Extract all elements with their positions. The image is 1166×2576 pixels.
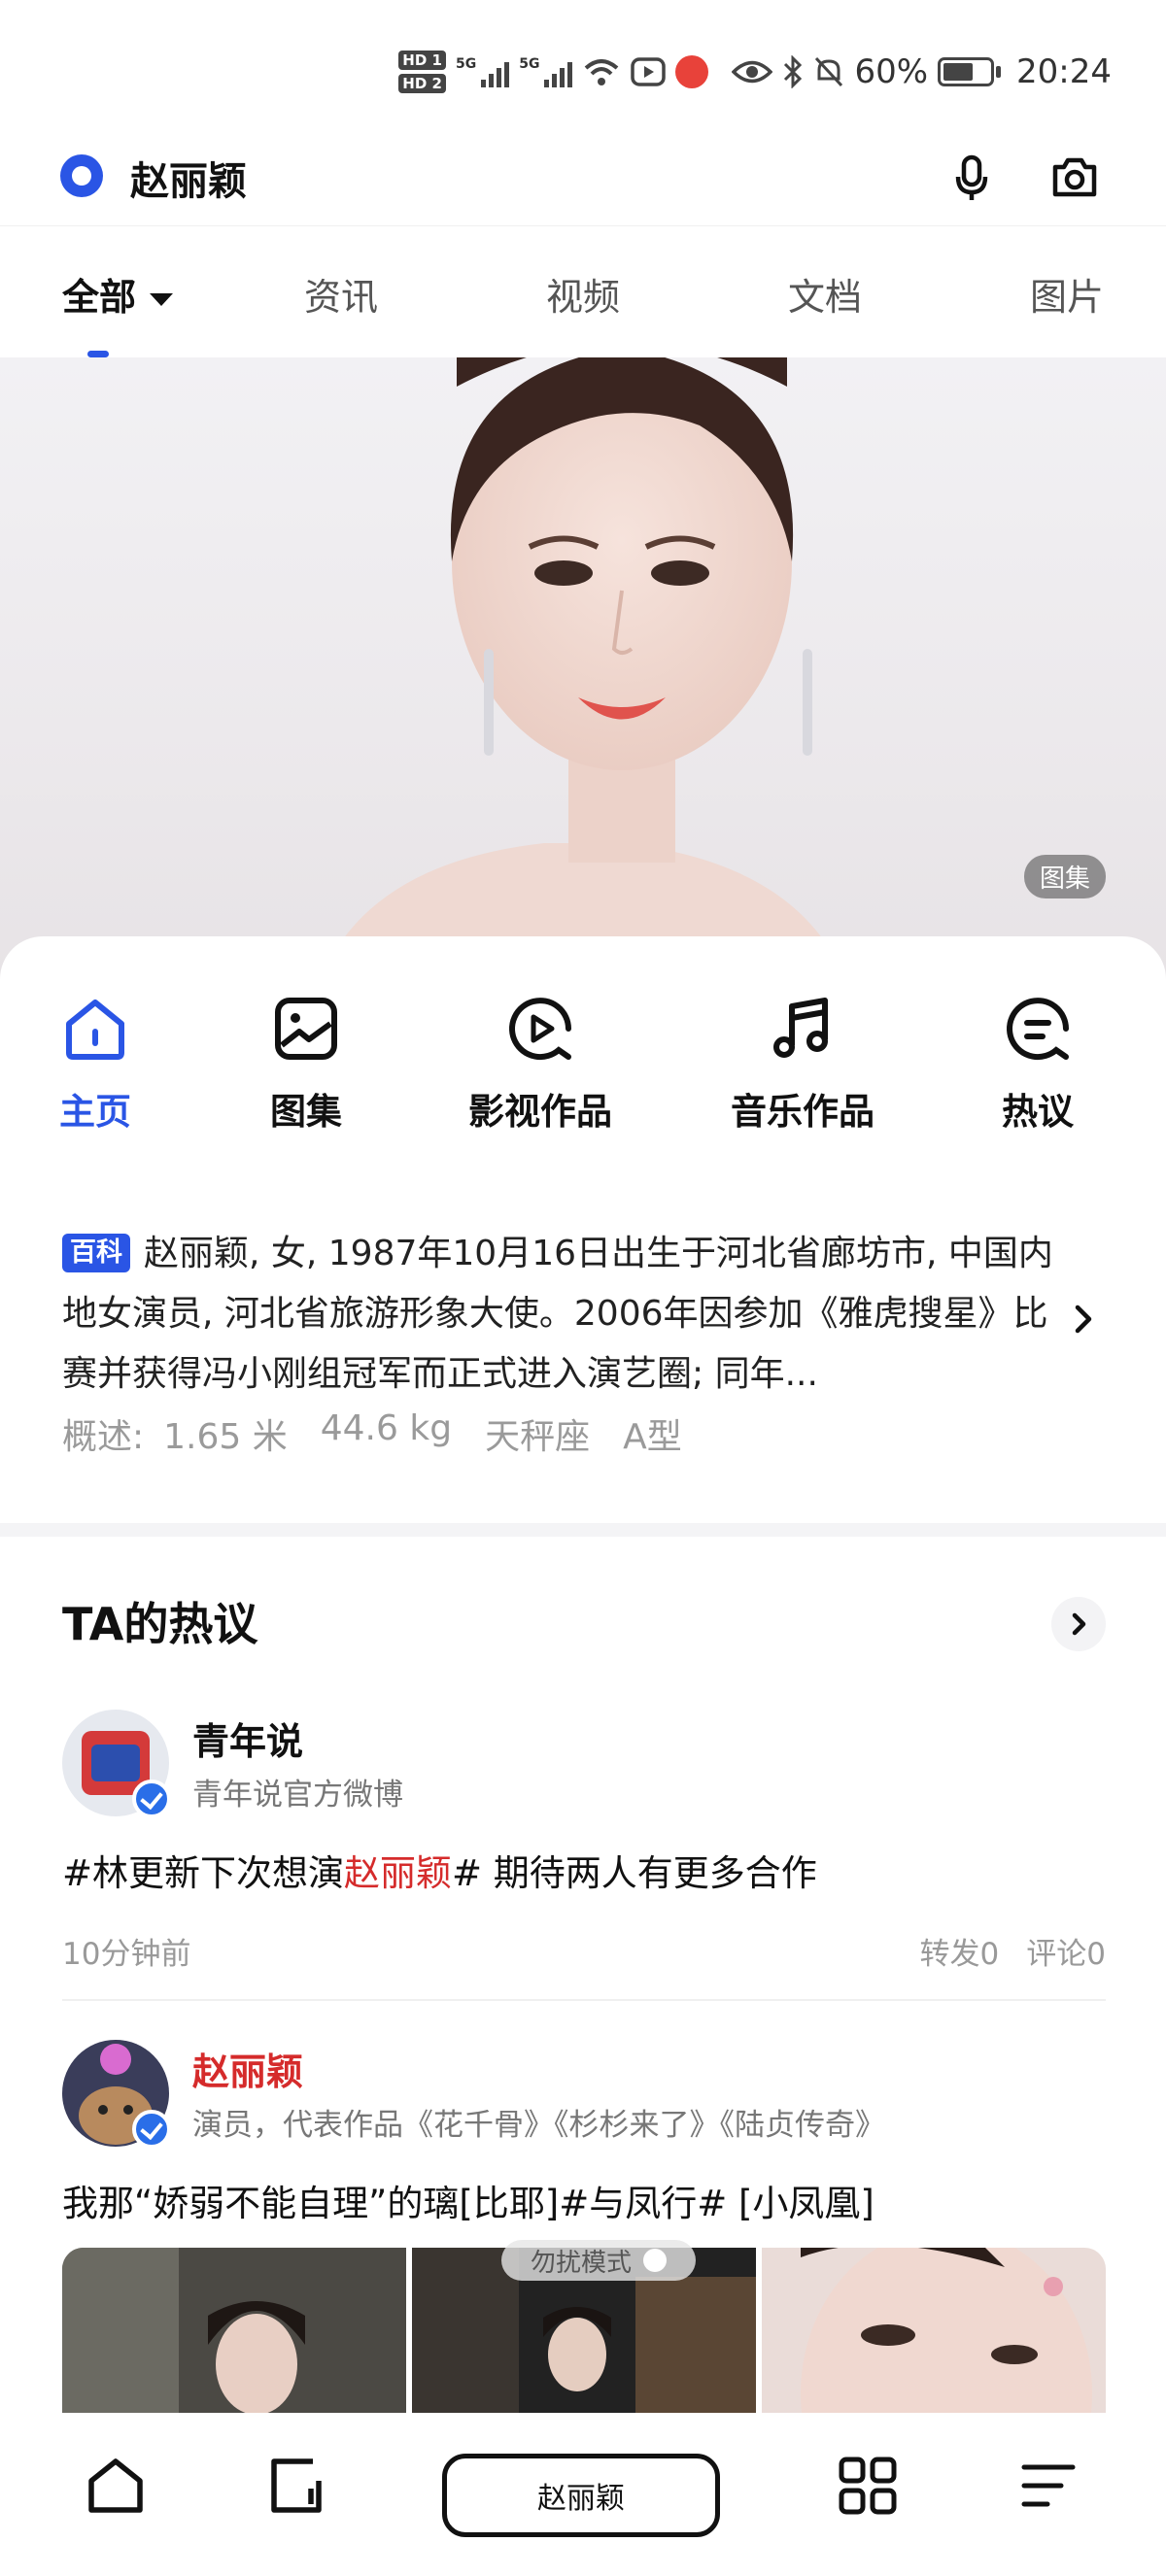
meta-label-text: 概述: <box>62 1417 145 1457</box>
home-icon[interactable] <box>84 2454 148 2518</box>
post-text-highlight: 赵丽颖 <box>344 1852 453 1894</box>
section-divider <box>0 1523 1166 1537</box>
mute-icon <box>815 56 843 87</box>
microphone-icon[interactable] <box>944 150 999 204</box>
nav-music[interactable]: 音乐作品 <box>727 993 878 1135</box>
signal-icon: 5G <box>455 56 510 87</box>
baike-tag: 百科 <box>62 1234 130 1272</box>
nav-discussion[interactable]: 热议 <box>999 993 1077 1135</box>
search-tabs: 全部 资讯 视频 文档 图片 <box>0 225 1166 357</box>
eye-icon <box>732 60 773 84</box>
hd2-label: HD 2 <box>398 74 446 93</box>
post-author-desc: 青年说官方微博 <box>192 1778 403 1813</box>
tab-all[interactable]: 全部 <box>62 267 174 321</box>
nav-home[interactable]: 主页 <box>56 993 134 1135</box>
music-icon <box>773 998 828 1058</box>
status-icons: HD 1 HD 2 5G 5G 60% 20:24 <box>398 51 1112 93</box>
post-image[interactable] <box>62 2248 406 2413</box>
post-image[interactable] <box>762 2248 1106 2413</box>
do-not-disturb-toast[interactable]: 勿扰模式 <box>501 2240 696 2281</box>
post-text-part: #林更新下次想演 <box>62 1852 345 1894</box>
tab-news[interactable]: 资讯 <box>304 267 378 321</box>
post-item[interactable]: 青年说 青年说官方微博 #林更新下次想演赵丽颖# 期待两人有更多合作 10分钟前… <box>62 1710 1106 1991</box>
height-value: 1.65 米 <box>163 1417 288 1457</box>
tab-images[interactable]: 图片 <box>1030 267 1104 321</box>
verified-icon <box>132 2110 171 2149</box>
toggle-knob-icon <box>643 2249 667 2272</box>
search-app-icon <box>675 55 709 88</box>
chevron-right-icon[interactable] <box>1069 1300 1098 1339</box>
wifi-icon <box>585 59 619 85</box>
profile-meta: 概述: 1.65 米 44.6 kg 天秤座 A型 <box>62 1408 682 1459</box>
nav-label: 音乐作品 <box>731 1091 874 1133</box>
tab-label: 全部 <box>62 276 137 319</box>
camera-icon[interactable] <box>1047 150 1102 204</box>
hd1-label: HD 1 <box>398 51 446 70</box>
chat-icon <box>1007 998 1069 1061</box>
portrait-image <box>321 357 845 979</box>
post-stats: 转发0 评论0 <box>920 1929 1106 1973</box>
post-text-part: # 期待两人有更多合作 <box>452 1852 817 1894</box>
post-author-desc: 演员，代表作品《花千骨》《杉杉来了》《陆贞传奇》 <box>192 2108 885 2143</box>
toast-label: 勿扰模式 <box>530 2248 632 2278</box>
clock: 20:24 <box>1016 52 1112 91</box>
active-tab-indicator <box>87 351 109 357</box>
hd-indicator: HD 1 HD 2 <box>398 51 446 93</box>
verified-icon <box>132 1779 171 1818</box>
battery-icon <box>938 57 1002 86</box>
hero-image[interactable]: 图集 <box>0 357 1166 979</box>
search-query[interactable]: 赵丽颖 <box>130 150 247 206</box>
post-photo <box>62 2248 406 2413</box>
tab-video[interactable]: 视频 <box>546 267 620 321</box>
post-text[interactable]: #林更新下次想演赵丽颖# 期待两人有更多合作 <box>62 1844 817 1896</box>
app-logo-icon <box>60 154 103 197</box>
post-photo <box>762 2248 1106 2413</box>
video-icon <box>631 57 667 86</box>
caret-down-icon <box>150 293 174 306</box>
network-type-label: 5G <box>519 56 540 72</box>
tabs-icon[interactable] <box>264 2454 328 2518</box>
nav-label: 影视作品 <box>468 1091 612 1133</box>
zodiac-value: 天秤座 <box>485 1417 591 1457</box>
nav-label: 图集 <box>270 1091 342 1133</box>
chevron-right-icon <box>1072 1612 1086 1636</box>
post-divider <box>62 1999 1106 2001</box>
gallery-icon <box>275 998 337 1060</box>
nav-gallery[interactable]: 图集 <box>262 993 350 1135</box>
post-time: 10分钟前 <box>62 1937 191 1972</box>
repost-count[interactable]: 转发0 <box>920 1929 1000 1973</box>
menu-icon[interactable] <box>1016 2454 1080 2518</box>
status-bar: HD 1 HD 2 5G 5G 60% 20:24 <box>0 0 1166 146</box>
bottom-search-box[interactable]: 赵丽颖 <box>442 2454 720 2537</box>
play-icon <box>509 998 571 1061</box>
hot-section-title: TA的热议 <box>62 1598 258 1650</box>
bluetooth-icon <box>784 55 803 88</box>
baike-intro[interactable]: 百科 赵丽颖, 女, 1987年10月16日出生于河北省廊坊市, 中国内地女演员,… <box>62 1224 1053 1405</box>
search-header: 赵丽颖 <box>0 136 1166 223</box>
intro-text: 赵丽颖, 女, 1987年10月16日出生于河北省廊坊市, 中国内地女演员, 河… <box>62 1234 1053 1394</box>
post-text[interactable]: 我那“娇弱不能自理”的璃[比耶]#与凤行# [小凤凰] <box>62 2174 874 2226</box>
post-author[interactable]: 青年说 <box>192 1712 303 1765</box>
signal-icon: 5G <box>519 56 573 87</box>
battery-percent: 60% <box>854 52 929 91</box>
nav-films[interactable]: 影视作品 <box>464 993 616 1135</box>
weight-value: 44.6 kg <box>320 1408 453 1448</box>
post-author[interactable]: 赵丽颖 <box>192 2042 303 2095</box>
meta-label: 概述: 1.65 米 <box>62 1408 288 1459</box>
network-type-label: 5G <box>455 56 477 72</box>
post-item[interactable]: 赵丽颖 演员，代表作品《花千骨》《杉杉来了》《陆贞传奇》 我那“娇弱不能自理”的… <box>62 2040 1106 2234</box>
tab-docs[interactable]: 文档 <box>788 267 862 321</box>
nav-label: 主页 <box>59 1091 131 1133</box>
blood-type-value: A型 <box>623 1417 682 1457</box>
apps-grid-icon[interactable] <box>836 2454 900 2518</box>
bottom-toolbar: 赵丽颖 <box>0 2413 1166 2576</box>
nav-label: 热议 <box>1002 1091 1074 1133</box>
gallery-badge[interactable]: 图集 <box>1023 855 1106 898</box>
home-icon <box>66 1000 124 1060</box>
comment-count[interactable]: 评论0 <box>1026 1929 1106 1973</box>
entity-card: 主页 图集 影视作品 音乐作品 热议 百科 赵丽颖, 女, 1987年10月16… <box>0 936 1166 1529</box>
hot-more-button[interactable] <box>1051 1597 1106 1651</box>
